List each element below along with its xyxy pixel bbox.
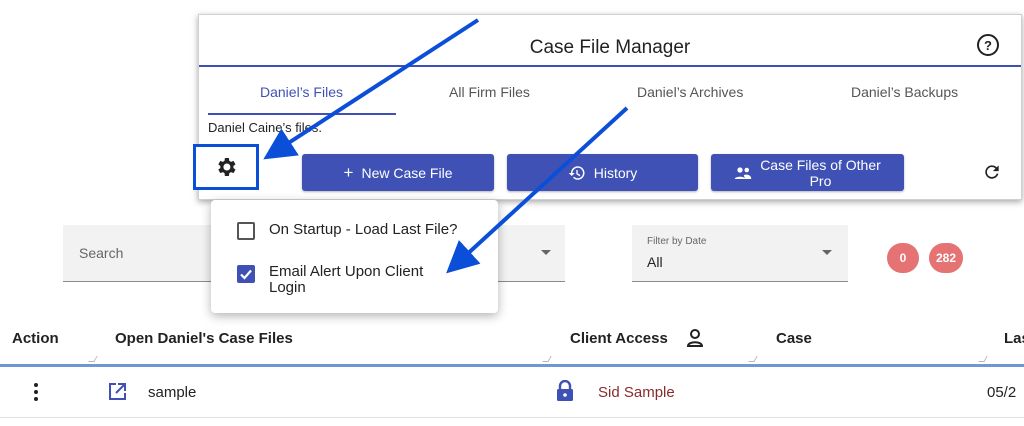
history-label: History <box>593 164 638 181</box>
kebab-icon[interactable] <box>34 383 38 404</box>
client-name[interactable]: Sid Sample <box>598 384 675 401</box>
other-pro-label-line1: Case Files of Other <box>760 156 881 173</box>
lock-icon[interactable] <box>556 380 574 402</box>
count-badge-total[interactable]: 282 <box>929 243 963 273</box>
dialog-description: Daniel Caine’s files. <box>208 120 322 135</box>
option-label-line1: Email Alert Upon Client <box>269 263 424 280</box>
column-header-files[interactable]: Open Daniel's Case Files <box>115 330 293 347</box>
case-file-name[interactable]: sample <box>148 384 196 401</box>
menu-option-email-alert[interactable]: Email Alert Upon Client Login <box>237 264 423 296</box>
menu-option-load-last-file[interactable]: On Startup - Load Last File? <box>237 221 457 240</box>
option-label-line2: Login <box>269 279 306 296</box>
dialog-title: Case File Manager <box>529 37 691 58</box>
last-date: 05/2 <box>987 384 1017 401</box>
option-label: On Startup - Load Last File? <box>269 221 458 238</box>
new-case-file-label: New Case File <box>361 164 453 181</box>
column-resize-handle[interactable] <box>748 356 758 362</box>
checkbox-unchecked[interactable] <box>237 222 255 240</box>
new-case-file-button[interactable]: + New Case File <box>302 154 494 191</box>
filter-value: All <box>647 254 663 270</box>
open-external-icon[interactable] <box>107 382 127 402</box>
check-icon <box>240 269 252 280</box>
gear-icon[interactable] <box>214 155 238 179</box>
date-filter-select[interactable]: Filter by Date All <box>632 225 848 282</box>
active-tab-indicator <box>208 113 396 115</box>
column-resize-handle[interactable] <box>542 356 552 362</box>
tab-daniels-archives[interactable]: Daniel’s Archives <box>637 84 743 100</box>
filter-label: Filter by Date <box>647 236 707 247</box>
column-resize-handle[interactable] <box>978 356 988 362</box>
history-button[interactable]: History <box>507 154 698 191</box>
tab-daniels-backups[interactable]: Daniel’s Backups <box>851 84 958 100</box>
people-icon <box>734 166 752 179</box>
column-header-case[interactable]: Case <box>776 330 812 347</box>
tab-all-firm-files[interactable]: All Firm Files <box>449 84 530 100</box>
help-icon[interactable]: ? <box>977 34 999 56</box>
column-header-last[interactable]: Las <box>1004 330 1024 347</box>
column-header-client-access[interactable]: Client Access <box>570 330 668 347</box>
history-icon <box>568 165 585 180</box>
column-resize-handle[interactable] <box>88 356 98 362</box>
other-pro-files-button[interactable]: Case Files of Other Pro <box>711 154 904 191</box>
settings-highlight-box <box>193 144 259 190</box>
tab-daniels-files[interactable]: Daniel’s Files <box>260 84 343 100</box>
row-divider <box>0 417 1024 418</box>
plus-icon: + <box>343 163 354 182</box>
other-pro-label-line2: Pro <box>809 172 832 189</box>
title-divider <box>199 65 1021 67</box>
option-label: Email Alert Upon Client Login <box>269 264 423 296</box>
settings-menu: On Startup - Load Last File? Email Alert… <box>211 200 498 313</box>
other-pro-label: Case Files of Other Pro <box>760 157 881 189</box>
checkbox-checked[interactable] <box>237 265 255 283</box>
column-header-action: Action <box>12 330 59 347</box>
user-icon <box>686 329 704 347</box>
refresh-icon[interactable] <box>982 162 1002 182</box>
count-badge-zero[interactable]: 0 <box>887 243 919 273</box>
header-divider <box>0 364 1024 367</box>
search-dropdown-icon[interactable] <box>541 250 551 255</box>
chevron-down-icon <box>822 250 832 255</box>
search-placeholder: Search <box>79 245 124 261</box>
